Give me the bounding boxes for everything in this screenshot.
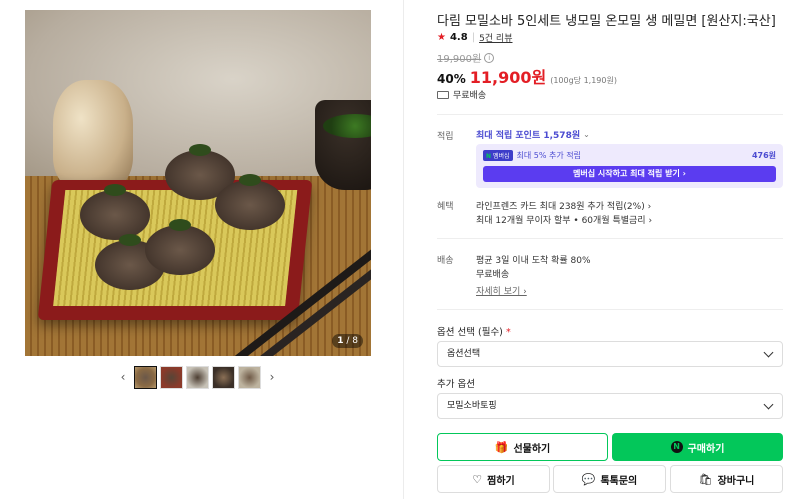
installment-benefit-link[interactable]: 최대 12개월 무이자 할부 • 60개월 특별금리 › (476, 213, 652, 226)
section-divider (437, 238, 783, 239)
rating-score: 4.8 (449, 32, 468, 43)
thumbnail-4[interactable] (212, 365, 235, 389)
max-points-toggle[interactable]: 최대 적립 포인트 1,578원 ⌄ (476, 128, 590, 141)
review-count-link[interactable]: 5건 리뷰 (479, 31, 512, 44)
benefits-label: 혜택 (437, 202, 454, 212)
shipping-summary-text: 무료배송 (453, 91, 487, 101)
extra-option-label: 추가 옵션 (437, 379, 475, 390)
membership-start-button[interactable]: 멤버십 시작하고 최대 적립 받기 › (483, 166, 776, 182)
npay-membership-badge: N 멤버십 (483, 150, 513, 161)
section-divider (437, 309, 783, 310)
delivery-detail-link[interactable]: 자세히 보기 › (476, 284, 527, 297)
chevron-down-icon (763, 347, 774, 358)
price-row: 40% 11,900원 (100g당 1,190원) (437, 64, 617, 88)
gift-button[interactable]: 🎁 선물하기 (437, 433, 608, 461)
chevron-down-icon (763, 399, 774, 410)
extra-points-amount: 476원 (751, 151, 776, 160)
cart-icon: 🛍 (698, 472, 713, 486)
npay-logo-icon: N (670, 441, 683, 453)
product-title: 다림 모밀소바 5인세트 냉모밀 온모밀 생 메밀면 [원산지:국산] (437, 14, 776, 29)
buy-button[interactable]: N 구매하기 (612, 433, 783, 461)
thumbnail-2[interactable] (160, 365, 183, 389)
product-main-image[interactable]: 1 / 8 (25, 10, 371, 356)
thumbnail-strip: ‹ › (115, 364, 285, 390)
points-label: 적립 (437, 132, 454, 142)
sauce-jar-image-part (53, 80, 133, 190)
thumbnail-5[interactable] (238, 365, 261, 389)
sale-price: 11,900원 (469, 68, 547, 87)
thumbnail-1[interactable] (134, 365, 157, 389)
gift-icon: 🎁 (494, 440, 509, 454)
chat-bubble-icon: 💬 (581, 472, 596, 486)
extra-points-text: 최대 5% 추가 적립 (516, 151, 581, 160)
delivery-label: 배송 (437, 256, 454, 266)
membership-box: N 멤버십 최대 5% 추가 적립 476원 멤버십 시작하고 최대 적립 받기… (476, 144, 783, 188)
delivery-arrival: 평균 3일 이내 도착 확률 80% (476, 256, 591, 266)
next-thumbnail-button[interactable]: › (264, 370, 280, 384)
wish-button[interactable]: ♡ 찜하기 (437, 465, 550, 493)
max-points-text: 최대 적립 포인트 1,578원 (476, 131, 581, 141)
column-divider (403, 0, 404, 499)
cart-button[interactable]: 🛍 장바구니 (670, 465, 783, 493)
rating-row: ★ 4.8 | 5건 리뷰 (437, 31, 513, 44)
required-option-label: 옵션 선택 (필수) * (437, 327, 511, 338)
delivery-fee: 무료배송 (476, 270, 510, 280)
required-option-select[interactable]: 옵션선택 (437, 341, 783, 367)
chevron-down-icon: ⌄ (583, 130, 590, 139)
dipping-bowl-image-part (315, 100, 371, 190)
star-icon: ★ (437, 32, 446, 43)
extra-option-select[interactable]: 모밀소바토핑 (437, 393, 783, 419)
rating-separator: | (471, 32, 476, 43)
talktalk-button[interactable]: 💬 톡톡문의 (553, 465, 666, 493)
card-benefit-link[interactable]: 라인프렌즈 카드 최대 238원 추가 적립(2%) › (476, 199, 651, 212)
shipping-summary: 무료배송 (437, 88, 486, 101)
truck-icon (437, 90, 449, 99)
discount-rate: 40% (437, 72, 466, 86)
original-price: 19,900원 (437, 54, 482, 65)
section-divider (437, 114, 783, 115)
image-counter: 1 / 8 (332, 334, 363, 348)
thumbnail-3[interactable] (186, 365, 209, 389)
heart-icon: ♡ (472, 472, 483, 486)
info-icon[interactable]: i (484, 52, 495, 63)
prev-thumbnail-button[interactable]: ‹ (115, 370, 131, 384)
original-price-row: 19,900원 i (437, 50, 495, 65)
unit-price: (100g당 1,190원) (550, 76, 617, 85)
